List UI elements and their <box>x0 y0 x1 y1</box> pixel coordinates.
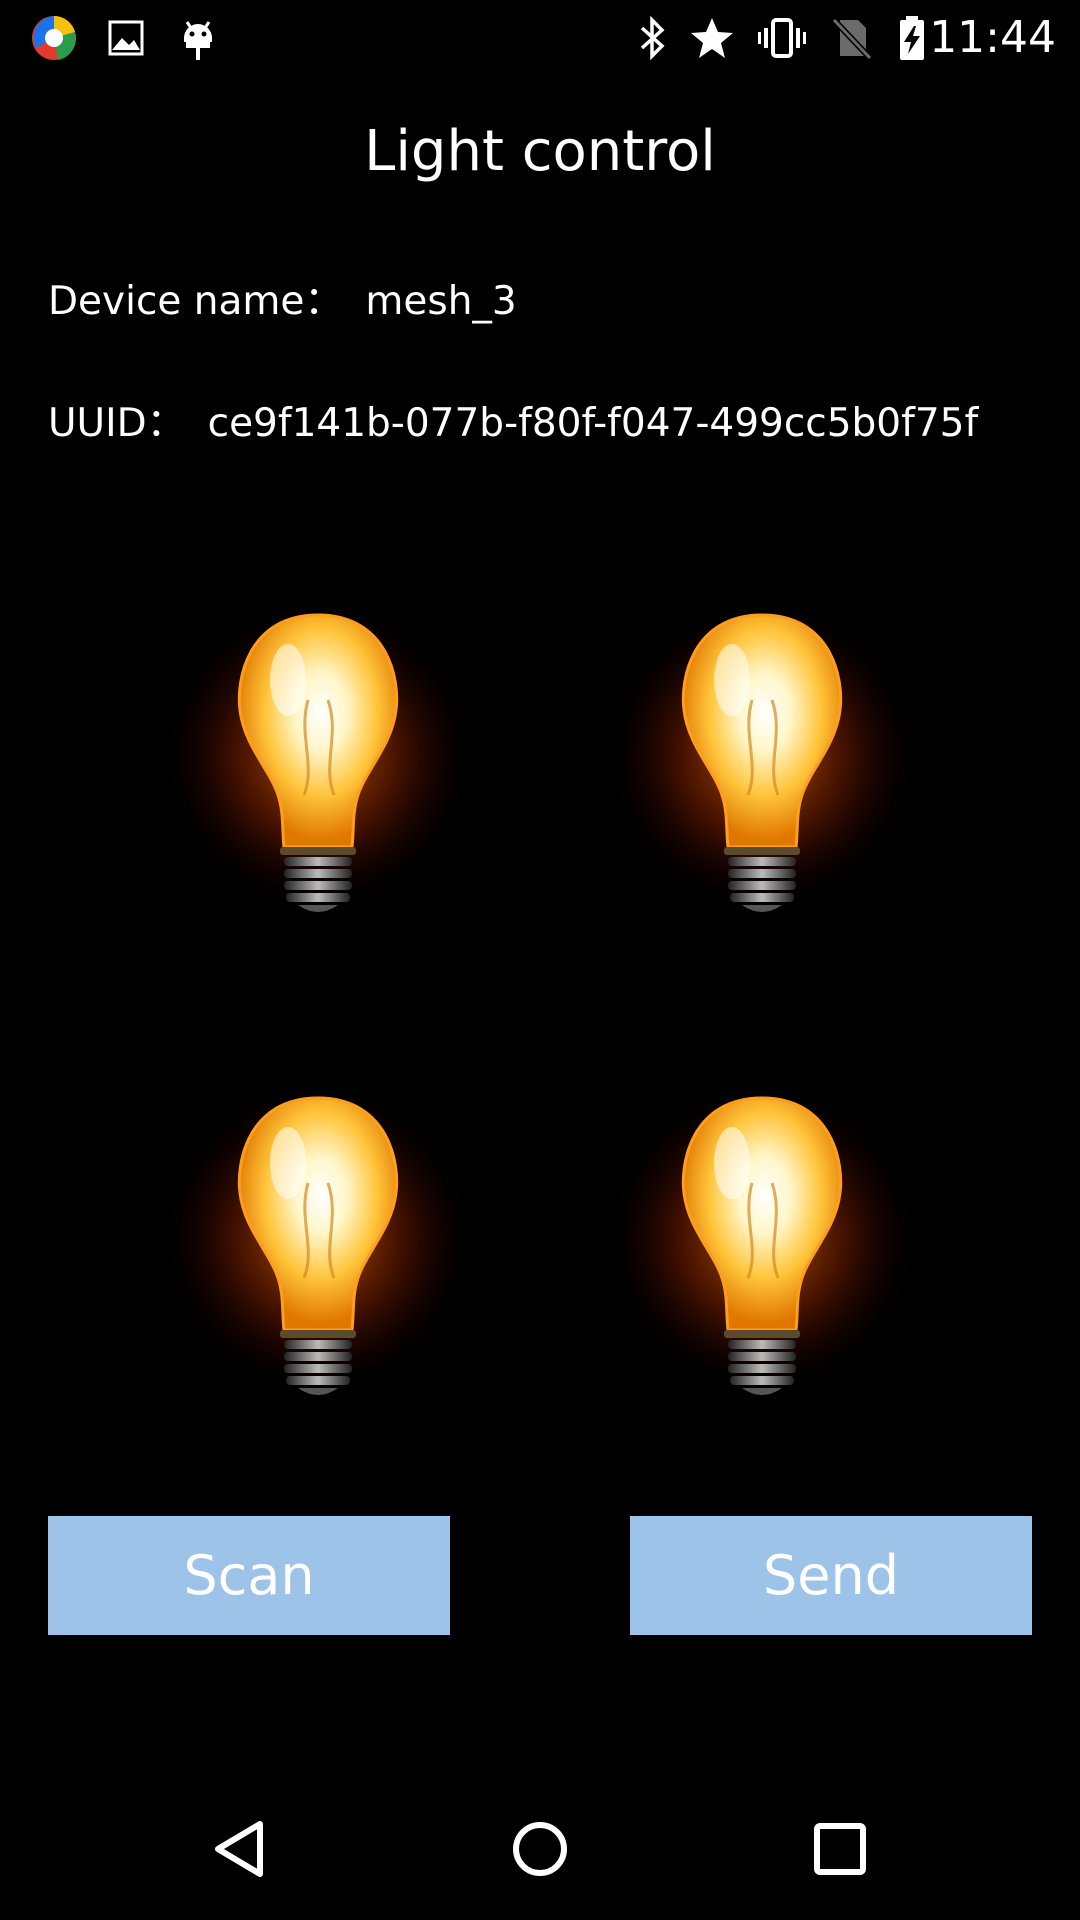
device-name-row: Device name： mesh_3 <box>48 272 517 332</box>
device-name-value: mesh_3 <box>365 279 517 324</box>
status-bar: 11:44 <box>0 0 1080 75</box>
navigation-bar <box>0 1776 1080 1920</box>
light-bulb-3[interactable] <box>158 1068 478 1468</box>
uuid-row: UUID： ce9f141b-077b-f80f-f047-499cc5b0f75… <box>48 394 978 454</box>
gallery-icon <box>100 12 152 64</box>
vibrate-icon <box>756 12 808 64</box>
uuid-label: UUID： <box>48 401 186 446</box>
android-debug-icon <box>172 12 224 64</box>
back-icon[interactable] <box>196 1804 286 1894</box>
recents-icon[interactable] <box>795 1804 885 1894</box>
light-bulb-icon <box>610 1086 914 1397</box>
light-bulb-icon <box>166 1086 470 1397</box>
uuid-value: ce9f141b-077b-f80f-f047-499cc5b0f75f <box>207 401 979 446</box>
light-bulb-1[interactable] <box>158 585 478 985</box>
home-icon[interactable] <box>495 1804 585 1894</box>
star-icon <box>686 12 738 64</box>
light-bulb-4[interactable] <box>602 1068 922 1468</box>
device-name-label: Device name： <box>48 279 344 324</box>
status-time: 11:44 <box>929 12 1056 63</box>
bluetooth-icon <box>626 12 678 64</box>
light-bulb-icon <box>610 603 914 914</box>
light-bulb-2[interactable] <box>602 585 922 985</box>
page-title: Light control <box>364 119 716 184</box>
scan-button[interactable]: Scan <box>48 1516 450 1635</box>
send-button[interactable]: Send <box>630 1516 1032 1635</box>
chrome-like-app-icon <box>28 12 80 64</box>
light-bulb-icon <box>166 603 470 914</box>
no-sim-icon <box>826 12 878 64</box>
